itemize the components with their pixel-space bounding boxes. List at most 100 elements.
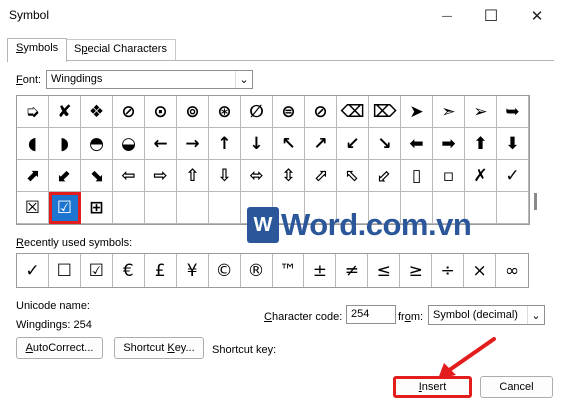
recent-symbol-cell[interactable]: ≥: [400, 254, 433, 287]
symbol-cell[interactable]: ⬊: [81, 160, 113, 192]
symbol-cell[interactable]: ✘: [49, 96, 81, 128]
symbol-cell[interactable]: ⇨: [145, 160, 177, 192]
minimize-button[interactable]: —: [424, 0, 470, 32]
symbol-cell[interactable]: ➣: [433, 96, 465, 128]
from-dropdown[interactable]: Symbol (decimal) ⌄: [428, 305, 545, 325]
symbol-cell[interactable]: ➤: [401, 96, 433, 128]
autocorrect-label: utoCorrect...: [32, 342, 94, 354]
character-code-input[interactable]: 254: [346, 305, 396, 324]
symbol-cell[interactable]: ✓: [497, 160, 529, 192]
from-value: Symbol (decimal): [433, 309, 518, 321]
title-bar: Symbol — ☐ ✕: [0, 0, 561, 32]
symbol-cell[interactable]: [145, 192, 177, 224]
symbol-cell[interactable]: ◗: [49, 128, 81, 160]
recent-symbol-cell[interactable]: ÷: [432, 254, 465, 287]
font-dropdown[interactable]: Wingdings ⌄: [46, 70, 253, 89]
recent-symbol-cell[interactable]: ≤: [368, 254, 401, 287]
watermark: W Word.com.vn: [247, 205, 472, 245]
symbol-cell[interactable]: ⬈: [17, 160, 49, 192]
recent-symbol-cell[interactable]: £: [145, 254, 177, 287]
symbol-cell[interactable]: ∅: [241, 96, 273, 128]
watermark-text: Word.com.vn: [281, 207, 472, 242]
symbol-cell[interactable]: [209, 192, 241, 224]
tab-special-characters[interactable]: Special Characters: [65, 39, 176, 61]
symbol-cell[interactable]: ☑: [49, 192, 81, 224]
symbol-cell[interactable]: ↑: [209, 128, 241, 160]
cc-label-text: haracter code:: [271, 311, 343, 323]
symbol-cell[interactable]: ✗: [465, 160, 497, 192]
symbol-cell[interactable]: ➥: [497, 96, 529, 128]
symbol-cell[interactable]: ◖: [17, 128, 49, 160]
unicode-name-value: Wingdings: 254: [16, 319, 92, 331]
symbol-cell[interactable]: ↖: [273, 128, 305, 160]
symbol-cell[interactable]: ☒: [17, 192, 49, 224]
symbol-cell[interactable]: ⊞: [81, 192, 113, 224]
recent-label-mnemonic: R: [16, 237, 24, 249]
recent-symbol-cell[interactable]: ≠: [336, 254, 369, 287]
recent-symbol-cell[interactable]: ™: [273, 254, 305, 287]
tab-symbols-label: ymbols: [23, 42, 59, 54]
symbol-cell[interactable]: [497, 192, 529, 224]
symbol-cell[interactable]: ⬆: [465, 128, 497, 160]
recent-symbols-label: Recently used symbols:: [16, 237, 132, 249]
symbol-cell[interactable]: ⌫: [337, 96, 369, 128]
symbol-cell[interactable]: ↘: [369, 128, 401, 160]
symbol-cell[interactable]: ⬅: [401, 128, 433, 160]
symbol-cell[interactable]: ↗: [305, 128, 337, 160]
recent-symbol-cell[interactable]: ®: [241, 254, 273, 287]
recent-symbol-cell[interactable]: ✓: [17, 254, 49, 287]
shortcut-pre: Shortcut: [123, 342, 168, 354]
symbol-cell[interactable]: ➭: [17, 96, 49, 128]
close-button[interactable]: ✕: [514, 0, 560, 32]
shortcut-key-button[interactable]: Shortcut Key...: [114, 337, 204, 359]
symbol-cell[interactable]: ⊘: [113, 96, 145, 128]
recent-symbol-cell[interactable]: ☐: [49, 254, 81, 287]
symbol-cell[interactable]: ▫: [433, 160, 465, 192]
recent-symbol-cell[interactable]: ©: [209, 254, 241, 287]
recent-symbol-cell[interactable]: ☑: [81, 254, 113, 287]
symbol-cell[interactable]: [177, 192, 209, 224]
symbol-cell[interactable]: ⇩: [209, 160, 241, 192]
symbol-cell[interactable]: ⊙: [145, 96, 177, 128]
symbol-cell[interactable]: ←: [145, 128, 177, 160]
symbol-cell[interactable]: ⬄: [241, 160, 273, 192]
symbol-cell[interactable]: ↙: [337, 128, 369, 160]
maximize-button[interactable]: ☐: [468, 0, 514, 32]
symbol-cell[interactable]: ⬇: [497, 128, 529, 160]
symbol-cell[interactable]: ▯: [401, 160, 433, 192]
symbol-cell[interactable]: ⬀: [305, 160, 337, 192]
recent-symbol-cell[interactable]: ±: [304, 254, 337, 287]
recent-symbols-row: ✓ ☐ ☑ € £ ¥ © ® ™ ± ≠ ≤ ≥ ÷ × ∞: [16, 253, 529, 288]
symbol-cell[interactable]: ⊘: [305, 96, 337, 128]
tab-symbols[interactable]: Symbols: [7, 38, 68, 62]
recent-symbol-cell[interactable]: ×: [464, 254, 497, 287]
chevron-down-icon: ⌄: [527, 306, 544, 324]
symbol-grid-scrollbar[interactable]: [531, 95, 543, 225]
shortcut-key-label: Shortcut key:: [212, 344, 277, 356]
symbol-cell[interactable]: ⬃: [369, 160, 401, 192]
symbol-cell[interactable]: [113, 192, 145, 224]
symbol-cell[interactable]: ⬋: [49, 160, 81, 192]
symbol-cell[interactable]: ◓: [81, 128, 113, 160]
symbol-cell[interactable]: ⇳: [273, 160, 305, 192]
symbol-cell[interactable]: ⬁: [337, 160, 369, 192]
symbol-cell[interactable]: ⇧: [177, 160, 209, 192]
symbol-cell[interactable]: ➢: [465, 96, 497, 128]
recent-symbol-cell[interactable]: ∞: [496, 254, 528, 287]
symbol-cell[interactable]: ❖: [81, 96, 113, 128]
autocorrect-button[interactable]: AutoCorrect...: [16, 337, 103, 359]
symbol-cell[interactable]: ⊚: [177, 96, 209, 128]
symbol-cell[interactable]: ⊜: [273, 96, 305, 128]
symbol-cell[interactable]: ◒: [113, 128, 145, 160]
symbol-cell[interactable]: ↓: [241, 128, 273, 160]
minimize-icon: —: [442, 10, 452, 22]
chevron-down-icon: ⌄: [235, 71, 252, 88]
recent-symbol-cell[interactable]: ¥: [177, 254, 209, 287]
symbol-cell[interactable]: →: [177, 128, 209, 160]
symbol-cell[interactable]: ⇦: [113, 160, 145, 192]
scrollbar-thumb[interactable]: [534, 193, 537, 210]
recent-symbol-cell[interactable]: €: [113, 254, 145, 287]
symbol-cell[interactable]: ➡: [433, 128, 465, 160]
symbol-cell[interactable]: ⊛: [209, 96, 241, 128]
symbol-cell[interactable]: ⌦: [369, 96, 401, 128]
